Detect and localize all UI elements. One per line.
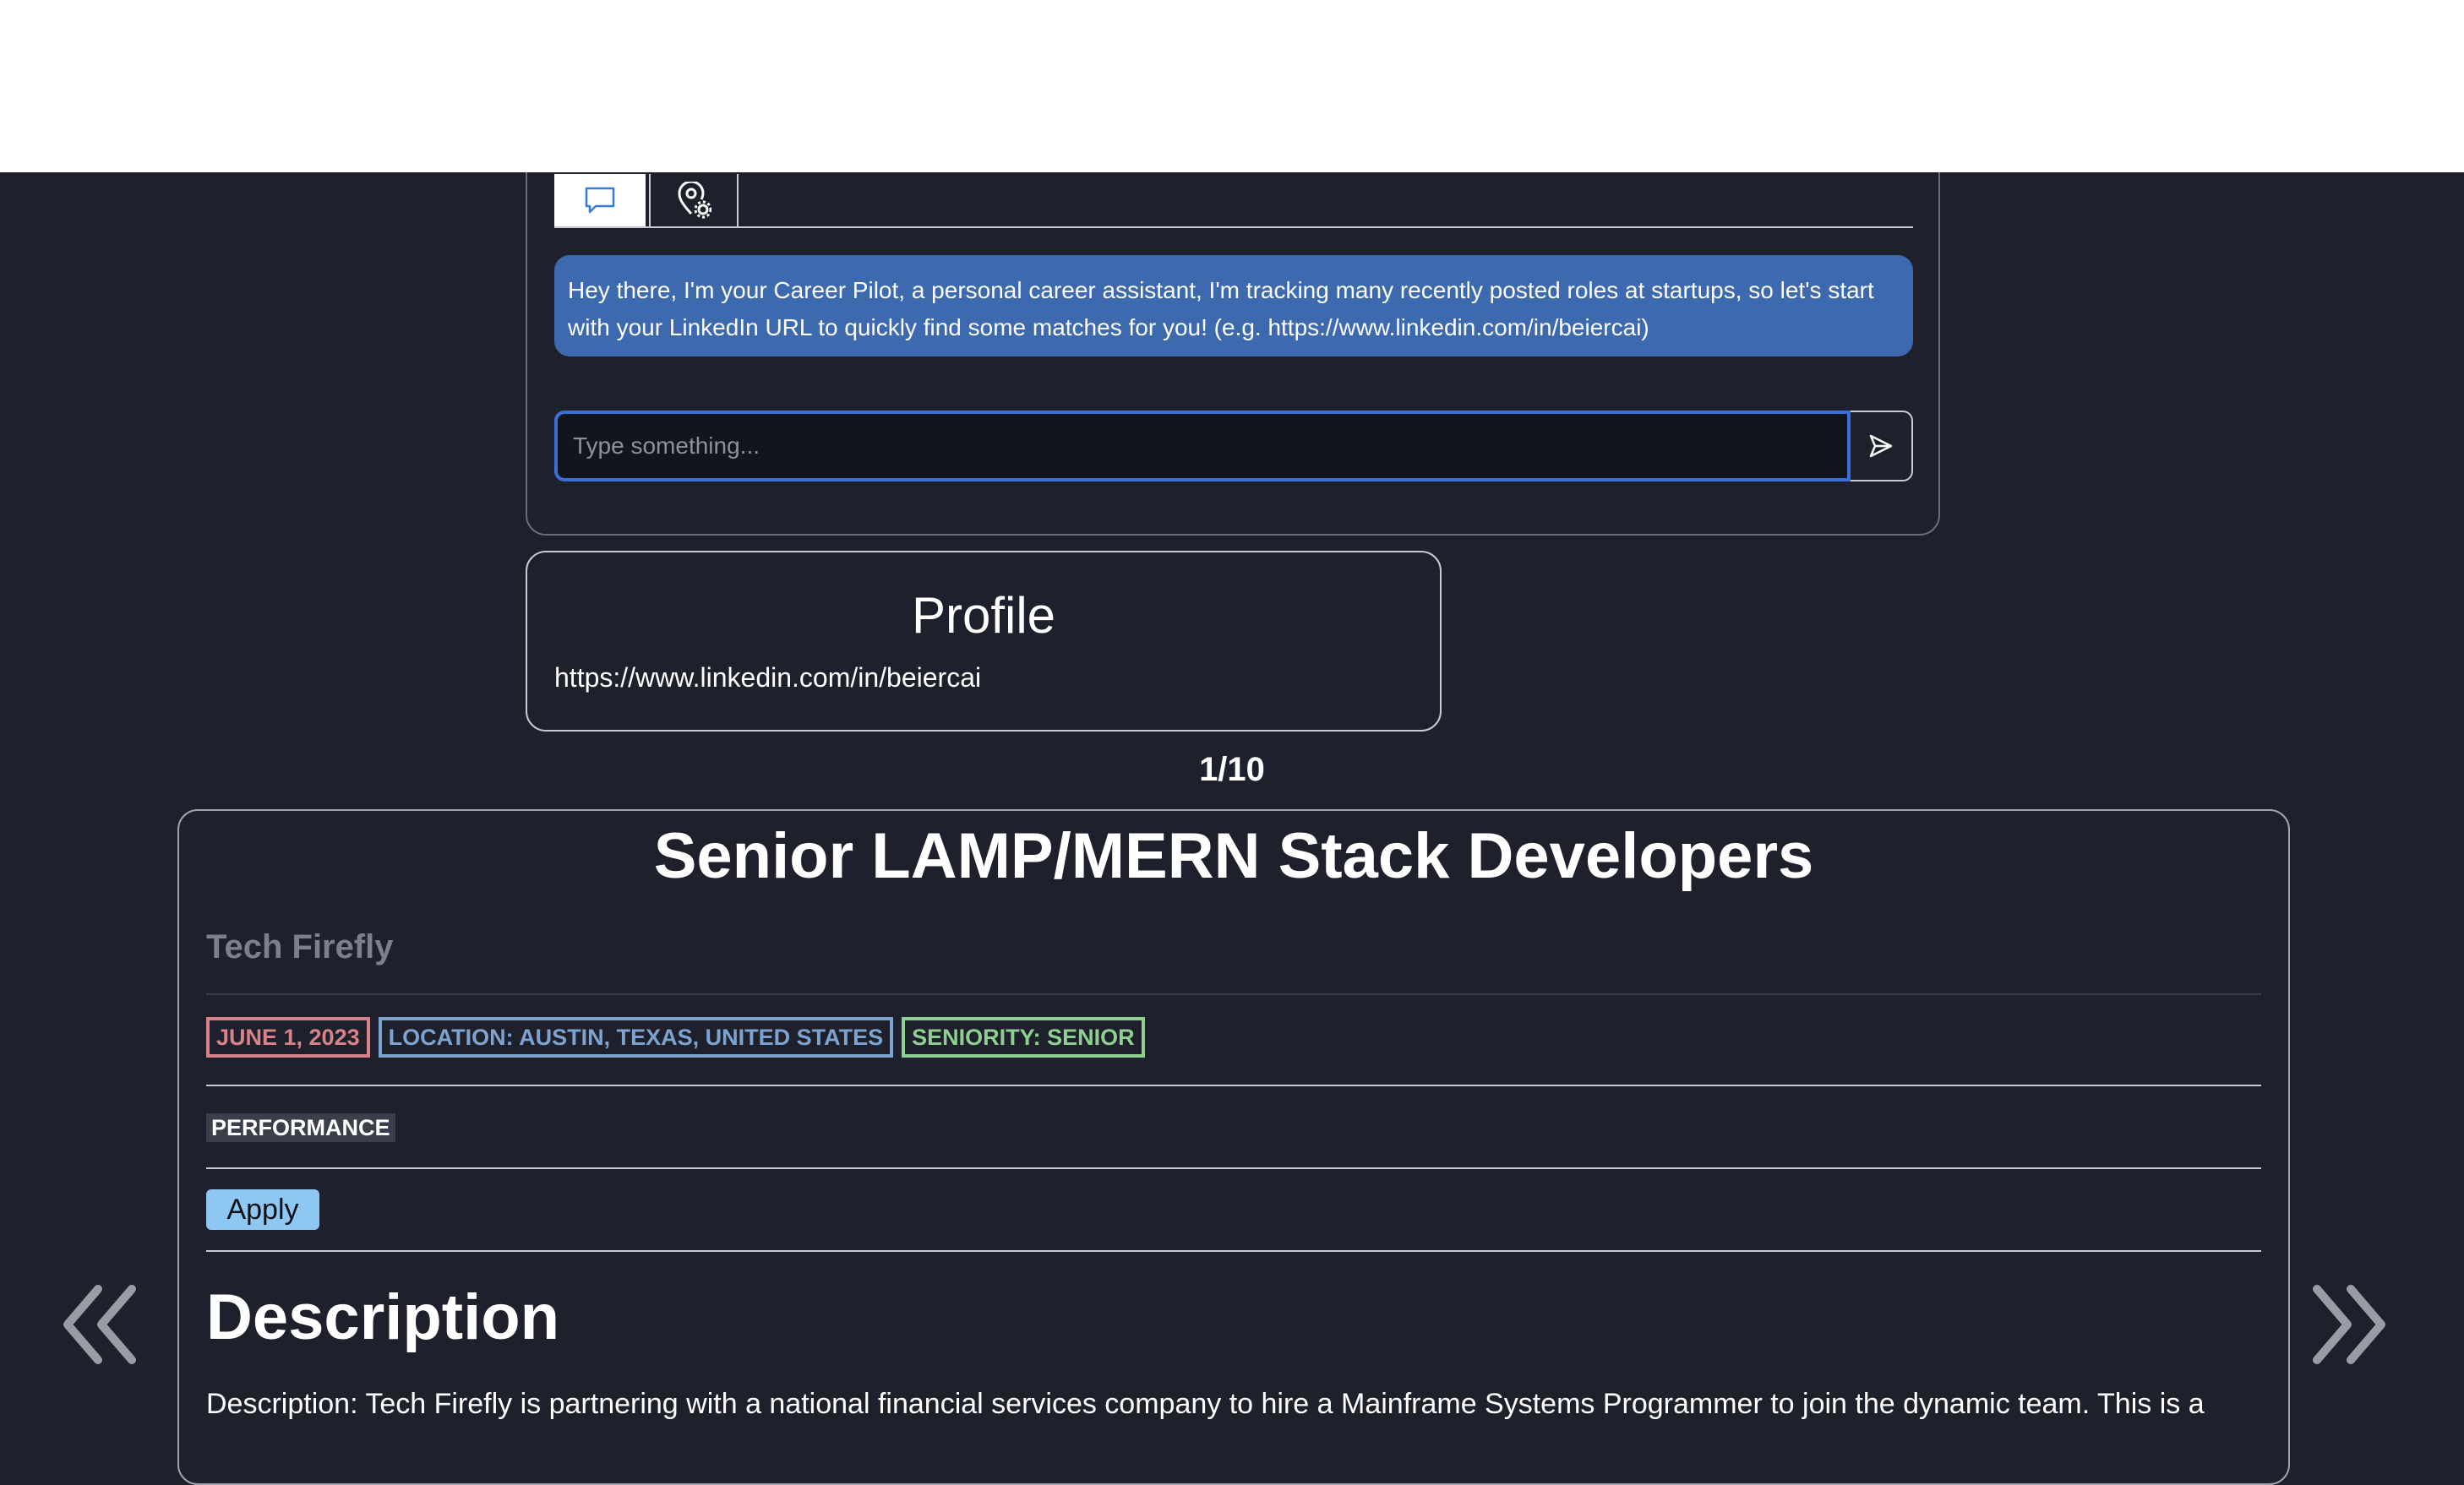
description-heading: Description: [206, 1281, 560, 1353]
next-job-button[interactable]: [2305, 1282, 2390, 1367]
chat-tabs: [554, 174, 1913, 228]
location-badge: LOCATION: AUSTIN, TEXAS, UNITED STATES: [378, 1017, 894, 1058]
date-badge: JUNE 1, 2023: [206, 1017, 370, 1058]
tab-chat[interactable]: [554, 174, 646, 226]
send-button[interactable]: [1851, 411, 1913, 481]
top-header-bar: [0, 0, 2464, 172]
job-badges: JUNE 1, 2023 LOCATION: AUSTIN, TEXAS, UN…: [206, 1017, 1145, 1058]
divider: [206, 1250, 2261, 1252]
divider: [206, 993, 2261, 995]
double-chevron-right-icon: [2313, 1285, 2385, 1364]
send-icon: [1869, 434, 1893, 458]
chat-input-group: [554, 411, 1913, 481]
previous-job-button[interactable]: [59, 1282, 144, 1367]
job-title: Senior LAMP/MERN Stack Developers: [653, 820, 1814, 892]
divider: [206, 1085, 2261, 1086]
profile-card: Profile https://www.linkedin.com/in/beie…: [526, 551, 1442, 732]
profile-url: https://www.linkedin.com/in/beiercai: [554, 662, 982, 693]
seniority-badge: SENIORITY: SENIOR: [902, 1017, 1145, 1058]
chat-bubble-icon: [585, 187, 615, 214]
chat-input[interactable]: [554, 411, 1851, 481]
tab-settings[interactable]: [649, 174, 739, 226]
skill-tag: PERFORMANCE: [206, 1113, 395, 1142]
divider: [206, 1167, 2261, 1169]
double-chevron-left-icon: [63, 1285, 136, 1364]
assistant-message: Hey there, I'm your Career Pilot, a pers…: [554, 255, 1913, 356]
location-settings-icon: [678, 182, 711, 219]
job-counter: 1/10: [1199, 751, 1265, 788]
apply-button[interactable]: Apply: [206, 1189, 319, 1230]
company-name: Tech Firefly: [206, 928, 394, 966]
profile-title: Profile: [911, 587, 1056, 644]
description-text: Description: Tech Firefly is partnering …: [206, 1388, 2205, 1420]
